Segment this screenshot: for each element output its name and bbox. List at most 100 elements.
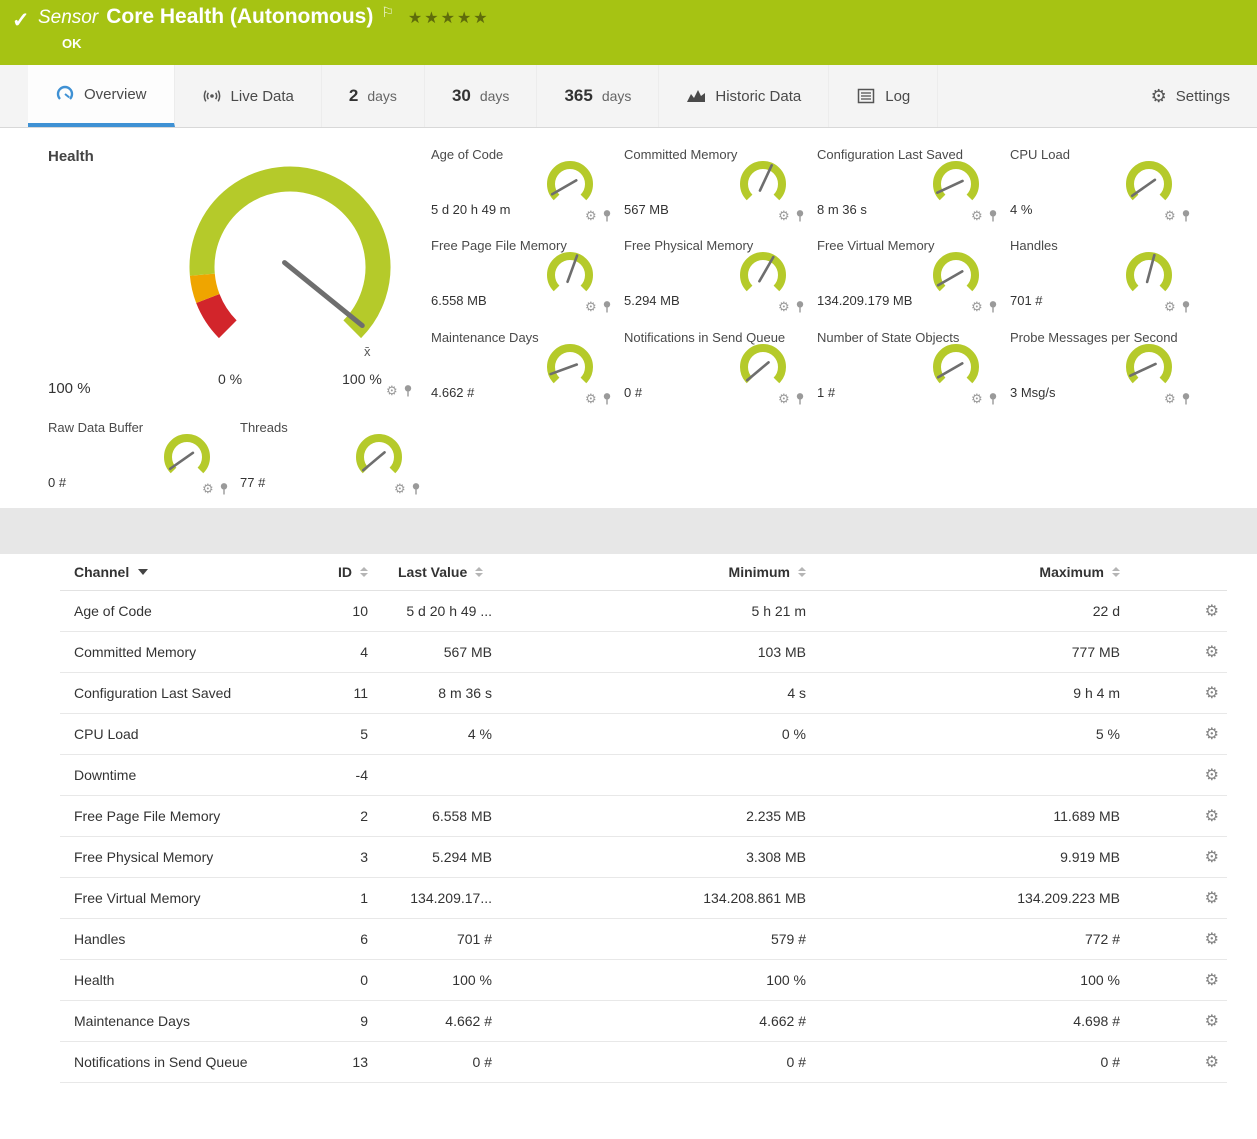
pin-icon[interactable] — [602, 209, 612, 222]
gauge-tile[interactable]: Age of Code 5 d 20 h 49 m ⚙ — [431, 147, 613, 231]
gauge-tile[interactable]: Maintenance Days 4.662 # ⚙ — [431, 330, 613, 414]
gear-icon[interactable]: ⚙ — [1164, 300, 1176, 313]
table-row[interactable]: CPU Load 5 4 % 0 % 5 % ⚙ — [60, 714, 1227, 755]
column-header-channel[interactable]: Channel — [60, 564, 324, 580]
pin-icon[interactable] — [602, 392, 612, 405]
sort-icon[interactable] — [360, 567, 368, 577]
gear-icon[interactable]: ⚙ — [778, 300, 790, 313]
table-row[interactable]: Notifications in Send Queue 13 0 # 0 # 0… — [60, 1042, 1227, 1083]
column-header-minimum[interactable]: Minimum — [492, 564, 806, 580]
table-row[interactable]: Configuration Last Saved 11 8 m 36 s 4 s… — [60, 673, 1227, 714]
column-header-maximum[interactable]: Maximum — [806, 564, 1120, 580]
gear-icon[interactable]: ⚙ — [202, 482, 214, 495]
gear-icon[interactable]: ⚙ — [1164, 209, 1176, 222]
channel-settings-gear-icon[interactable]: ⚙ — [1205, 642, 1219, 662]
cell-channel[interactable]: Configuration Last Saved — [60, 685, 324, 701]
tab-overview[interactable]: Overview — [28, 65, 175, 127]
channel-settings-gear-icon[interactable]: ⚙ — [1205, 806, 1219, 826]
table-row[interactable]: Age of Code 10 5 d 20 h 49 ... 5 h 21 m … — [60, 591, 1227, 632]
flag-icon[interactable]: ⚐ — [381, 4, 394, 21]
cell-channel[interactable]: Health — [60, 972, 324, 988]
cell-channel[interactable]: CPU Load — [60, 726, 324, 742]
priority-stars[interactable]: ★★★★★ — [408, 8, 490, 28]
channel-settings-gear-icon[interactable]: ⚙ — [1205, 601, 1219, 621]
cell-channel[interactable]: Free Physical Memory — [60, 849, 324, 865]
channel-settings-gear-icon[interactable]: ⚙ — [1205, 929, 1219, 949]
channel-settings-gear-icon[interactable]: ⚙ — [1205, 683, 1219, 703]
gauge-tile[interactable]: Threads 77 # ⚙ — [240, 420, 422, 504]
gear-icon[interactable]: ⚙ — [394, 482, 406, 495]
channel-settings-gear-icon[interactable]: ⚙ — [1205, 888, 1219, 908]
gauge-tile[interactable]: Configuration Last Saved 8 m 36 s ⚙ — [817, 147, 999, 231]
gear-icon[interactable]: ⚙ — [778, 209, 790, 222]
tab-30-days[interactable]: 30 days — [425, 65, 538, 127]
cell-channel[interactable]: Downtime — [60, 767, 324, 783]
column-header-id[interactable]: ID — [324, 564, 368, 580]
table-row[interactable]: Health 0 100 % 100 % 100 % ⚙ — [60, 960, 1227, 1001]
gauge-tile[interactable]: Committed Memory 567 MB ⚙ — [624, 147, 806, 231]
gear-icon[interactable]: ⚙ — [1164, 392, 1176, 405]
gear-icon[interactable]: ⚙ — [778, 392, 790, 405]
table-row[interactable]: Committed Memory 4 567 MB 103 MB 777 MB … — [60, 632, 1227, 673]
tab-365-days[interactable]: 365 days — [537, 65, 659, 127]
gauge-tile[interactable]: Raw Data Buffer 0 # ⚙ — [48, 420, 230, 504]
cell-channel[interactable]: Free Virtual Memory — [60, 890, 324, 906]
cell-channel[interactable]: Handles — [60, 931, 324, 947]
gauge-tile[interactable]: Free Page File Memory 6.558 MB ⚙ — [431, 238, 613, 322]
channel-settings-gear-icon[interactable]: ⚙ — [1205, 970, 1219, 990]
tab-settings[interactable]: ⚙ Settings — [1124, 65, 1257, 127]
pin-icon[interactable] — [795, 300, 805, 313]
pin-icon[interactable] — [1181, 209, 1191, 222]
channel-settings-gear-icon[interactable]: ⚙ — [1205, 1052, 1219, 1072]
pin-icon[interactable] — [988, 209, 998, 222]
sort-desc-icon[interactable] — [138, 569, 148, 575]
pin-icon[interactable] — [219, 482, 229, 495]
table-row[interactable]: Handles 6 701 # 579 # 772 # ⚙ — [60, 919, 1227, 960]
cell-channel[interactable]: Age of Code — [60, 603, 324, 619]
channel-settings-gear-icon[interactable]: ⚙ — [1205, 765, 1219, 785]
tab-2-days[interactable]: 2 days — [322, 65, 425, 127]
gauge-tile[interactable]: Probe Messages per Second 3 Msg/s ⚙ — [1010, 330, 1192, 414]
gear-icon[interactable]: ⚙ — [971, 209, 983, 222]
column-header-last-value[interactable]: Last Value — [368, 564, 492, 580]
pin-icon[interactable] — [1181, 300, 1191, 313]
channel-settings-gear-icon[interactable]: ⚙ — [1205, 1011, 1219, 1031]
pin-icon[interactable] — [403, 384, 413, 397]
pin-icon[interactable] — [988, 392, 998, 405]
gear-icon[interactable]: ⚙ — [971, 300, 983, 313]
tab-live-data[interactable]: Live Data — [175, 65, 322, 127]
gear-icon[interactable]: ⚙ — [585, 392, 597, 405]
tab-log[interactable]: Log — [829, 65, 938, 127]
table-row[interactable]: Free Page File Memory 2 6.558 MB 2.235 M… — [60, 796, 1227, 837]
pin-icon[interactable] — [795, 209, 805, 222]
cell-channel[interactable]: Maintenance Days — [60, 1013, 324, 1029]
cell-channel[interactable]: Notifications in Send Queue — [60, 1054, 324, 1070]
gauge-tile[interactable]: Free Physical Memory 5.294 MB ⚙ — [624, 238, 806, 322]
tab-historic-data[interactable]: Historic Data — [659, 65, 829, 127]
table-row[interactable]: Free Physical Memory 3 5.294 MB 3.308 MB… — [60, 837, 1227, 878]
channel-settings-gear-icon[interactable]: ⚙ — [1205, 847, 1219, 867]
sort-icon[interactable] — [798, 567, 806, 577]
gauge-tile[interactable]: Notifications in Send Queue 0 # ⚙ — [624, 330, 806, 414]
sort-icon[interactable] — [1112, 567, 1120, 577]
pin-icon[interactable] — [795, 392, 805, 405]
gauge-tile[interactable]: CPU Load 4 % ⚙ — [1010, 147, 1192, 231]
cell-channel[interactable]: Free Page File Memory — [60, 808, 324, 824]
gauge-tile[interactable]: Handles 701 # ⚙ — [1010, 238, 1192, 322]
gauge-tile[interactable]: Free Virtual Memory 134.209.179 MB ⚙ — [817, 238, 999, 322]
gear-icon[interactable]: ⚙ — [971, 392, 983, 405]
pin-icon[interactable] — [602, 300, 612, 313]
gear-icon[interactable]: ⚙ — [386, 384, 398, 397]
table-row[interactable]: Free Virtual Memory 1 134.209.17... 134.… — [60, 878, 1227, 919]
gauge-tile[interactable]: Number of State Objects 1 # ⚙ — [817, 330, 999, 414]
gear-icon[interactable]: ⚙ — [585, 209, 597, 222]
channel-settings-gear-icon[interactable]: ⚙ — [1205, 724, 1219, 744]
cell-channel[interactable]: Committed Memory — [60, 644, 324, 660]
pin-icon[interactable] — [988, 300, 998, 313]
gear-icon[interactable]: ⚙ — [585, 300, 597, 313]
pin-icon[interactable] — [411, 482, 421, 495]
table-row[interactable]: Maintenance Days 9 4.662 # 4.662 # 4.698… — [60, 1001, 1227, 1042]
pin-icon[interactable] — [1181, 392, 1191, 405]
table-row[interactable]: Downtime -4 ⚙ — [60, 755, 1227, 796]
sort-icon[interactable] — [475, 567, 483, 577]
